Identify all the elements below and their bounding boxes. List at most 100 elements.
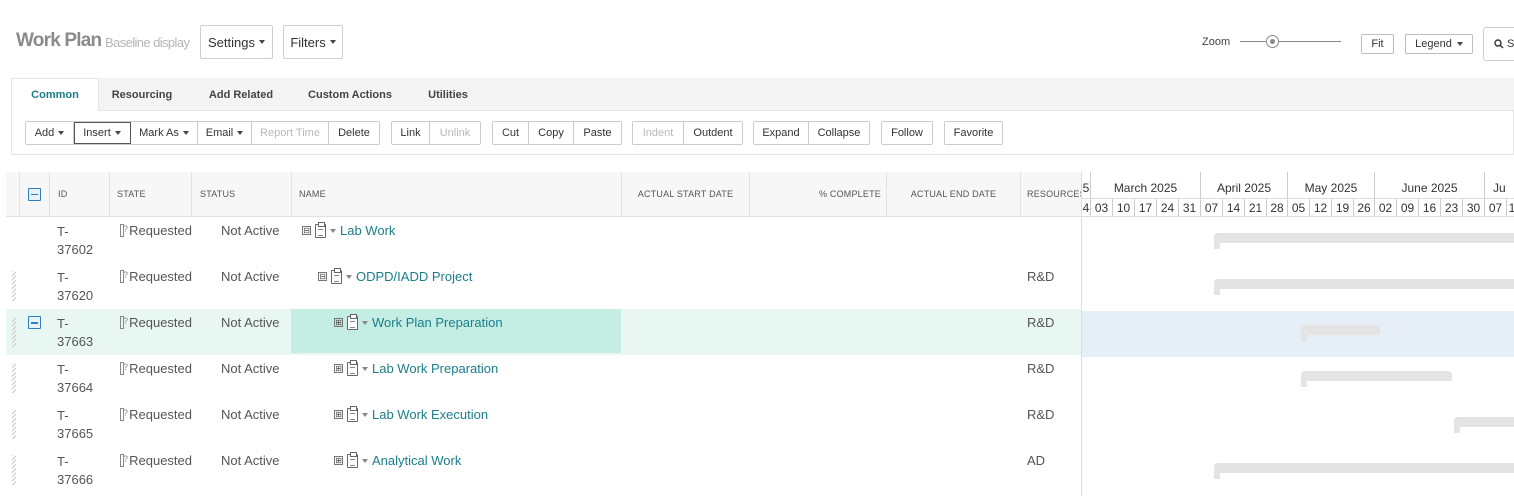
drag-handle-icon[interactable]	[12, 317, 16, 347]
task-name-link[interactable]: ODPD/IADD Project	[356, 269, 472, 284]
row-resources: R&D	[1027, 407, 1055, 422]
tab-utilities[interactable]: Utilities	[403, 78, 493, 111]
row-menu-caret-icon[interactable]	[330, 228, 336, 233]
row-id-number: 37665	[57, 426, 94, 441]
edit-group: Add Insert Mark As Email Report Time Del…	[25, 121, 380, 145]
row-state-label: Requested	[129, 269, 192, 284]
paste-button[interactable]: Paste	[574, 122, 621, 144]
copy-button[interactable]: Copy	[529, 122, 574, 144]
gantt-day: 17	[1135, 199, 1157, 216]
table-row[interactable]: T- 37665 Requested Not Active ⊞ Lab Work …	[6, 401, 1081, 447]
collapse-toggle-icon[interactable]: ⊟	[302, 226, 311, 235]
favorite-button[interactable]: Favorite	[945, 122, 1002, 144]
column-header-name[interactable]: NAME	[292, 172, 622, 216]
settings-label: Settings	[208, 34, 255, 50]
tab-common[interactable]: Common	[11, 78, 99, 112]
table-row[interactable]: T- 37666 Requested Not Active ⊞ Analytica…	[6, 447, 1081, 493]
tab-resourcing[interactable]: Resourcing	[99, 78, 185, 111]
drag-handle-icon[interactable]	[12, 455, 16, 485]
task-name-link[interactable]: Work Plan Preparation	[372, 315, 503, 330]
filters-button[interactable]: Filters	[283, 25, 343, 59]
table-row-selected[interactable]: T- 37663 Requested Not Active ⊞ Work Plan…	[6, 309, 1081, 355]
insert-button[interactable]: Insert	[74, 122, 131, 144]
link-button[interactable]: Link	[392, 122, 430, 144]
search-button[interactable]: S	[1483, 27, 1514, 61]
gantt-day: 14	[1223, 199, 1245, 216]
tab-custom-actions[interactable]: Custom Actions	[297, 78, 403, 111]
chevron-down-icon	[58, 131, 65, 135]
indent-button[interactable]: Indent	[633, 122, 684, 144]
task-name-link[interactable]: Analytical Work	[372, 453, 461, 468]
gantt-day: 28	[1267, 199, 1288, 216]
gantt-day: 4	[1082, 199, 1091, 216]
row-menu-caret-icon[interactable]	[362, 458, 368, 463]
row-id: T- 37665	[57, 407, 107, 443]
collapse-button[interactable]: Collapse	[809, 122, 869, 144]
row-resources: R&D	[1027, 315, 1055, 330]
gantt-day: 03	[1091, 199, 1113, 216]
zoom-slider-handle[interactable]	[1266, 35, 1279, 48]
expand-toggle-icon[interactable]: ⊞	[334, 364, 343, 373]
row-state: Requested	[120, 269, 192, 284]
delete-button[interactable]: Delete	[329, 122, 379, 144]
column-header-actual-end-date[interactable]: ACTUAL END DATE	[887, 172, 1021, 216]
task-name-link[interactable]: Lab Work	[340, 223, 395, 238]
zoom-slider-track[interactable]	[1240, 41, 1341, 42]
drag-handle-icon[interactable]	[12, 271, 16, 301]
task-name-link[interactable]: Lab Work Preparation	[372, 361, 498, 376]
table-row[interactable]: T- 37620 Requested Not Active ⊟ ODPD/IADD…	[6, 263, 1081, 309]
table-row[interactable]: T- 37664 Requested Not Active ⊞ Lab Work …	[6, 355, 1081, 401]
fit-button[interactable]: Fit	[1361, 34, 1394, 54]
drag-handle-icon[interactable]	[12, 409, 16, 439]
unlink-button[interactable]: Unlink	[430, 122, 480, 144]
filters-label: Filters	[290, 34, 326, 50]
clipboard-task-icon	[347, 405, 358, 422]
table-row[interactable]: T- 37602 Requested Not Active ⊟ Lab Work	[6, 217, 1081, 263]
column-header-state[interactable]: STATE	[110, 172, 192, 216]
gantt-bar[interactable]	[1301, 371, 1452, 387]
gantt-bar[interactable]	[1301, 325, 1380, 341]
collapse-toggle-icon[interactable]: ⊟	[318, 272, 327, 281]
row-menu-caret-icon[interactable]	[362, 412, 368, 417]
task-name-link[interactable]: Lab Work Execution	[372, 407, 488, 422]
column-header-status[interactable]: STATUS	[192, 172, 292, 216]
settings-button[interactable]: Settings	[200, 25, 273, 59]
expand-toggle-icon[interactable]: ⊞	[334, 318, 343, 327]
cut-button[interactable]: Cut	[493, 122, 529, 144]
gantt-bar[interactable]	[1214, 279, 1514, 295]
gantt-day: 02	[1375, 199, 1397, 216]
clipboard-task-icon	[347, 359, 358, 376]
search-icon	[1494, 39, 1504, 49]
select-all-column	[20, 172, 50, 216]
gantt-bar[interactable]	[1214, 463, 1514, 479]
row-status: Not Active	[221, 361, 280, 376]
column-header-percent-complete[interactable]: % COMPLETE	[750, 172, 887, 216]
row-select-checkbox[interactable]	[28, 316, 41, 329]
row-menu-caret-icon[interactable]	[362, 366, 368, 371]
report-time-button[interactable]: Report Time	[252, 122, 329, 144]
expand-toggle-icon[interactable]: ⊞	[334, 410, 343, 419]
gantt-bar[interactable]	[1214, 233, 1514, 249]
row-menu-caret-icon[interactable]	[362, 320, 368, 325]
email-label: Email	[205, 127, 234, 139]
gantt-bar[interactable]	[1454, 417, 1514, 433]
legend-button[interactable]: Legend	[1405, 34, 1473, 54]
email-button[interactable]: Email	[198, 122, 252, 144]
gantt-day: 23	[1441, 199, 1463, 216]
mark-as-button[interactable]: Mark As	[131, 122, 198, 144]
add-button[interactable]: Add	[26, 122, 74, 144]
expand-toggle-icon[interactable]: ⊞	[334, 456, 343, 465]
ribbon-tabs: Common Resourcing Add Related Custom Act…	[11, 78, 1514, 112]
select-all-checkbox[interactable]	[28, 187, 41, 201]
follow-button[interactable]: Follow	[882, 122, 932, 144]
column-header-id[interactable]: ID	[50, 172, 110, 216]
outdent-button[interactable]: Outdent	[684, 122, 742, 144]
column-header-actual-start-date[interactable]: ACTUAL START DATE	[622, 172, 750, 216]
column-header-resources[interactable]: RESOURCES	[1021, 172, 1086, 216]
tab-add-related[interactable]: Add Related	[185, 78, 297, 111]
row-name: ⊞ Work Plan Preparation	[334, 313, 503, 330]
drag-handle-icon[interactable]	[12, 363, 16, 393]
gantt-chart[interactable]: 5 March 2025 April 2025 May 2025 June 20…	[1081, 172, 1514, 496]
expand-button[interactable]: Expand	[754, 122, 809, 144]
row-menu-caret-icon[interactable]	[346, 274, 352, 279]
